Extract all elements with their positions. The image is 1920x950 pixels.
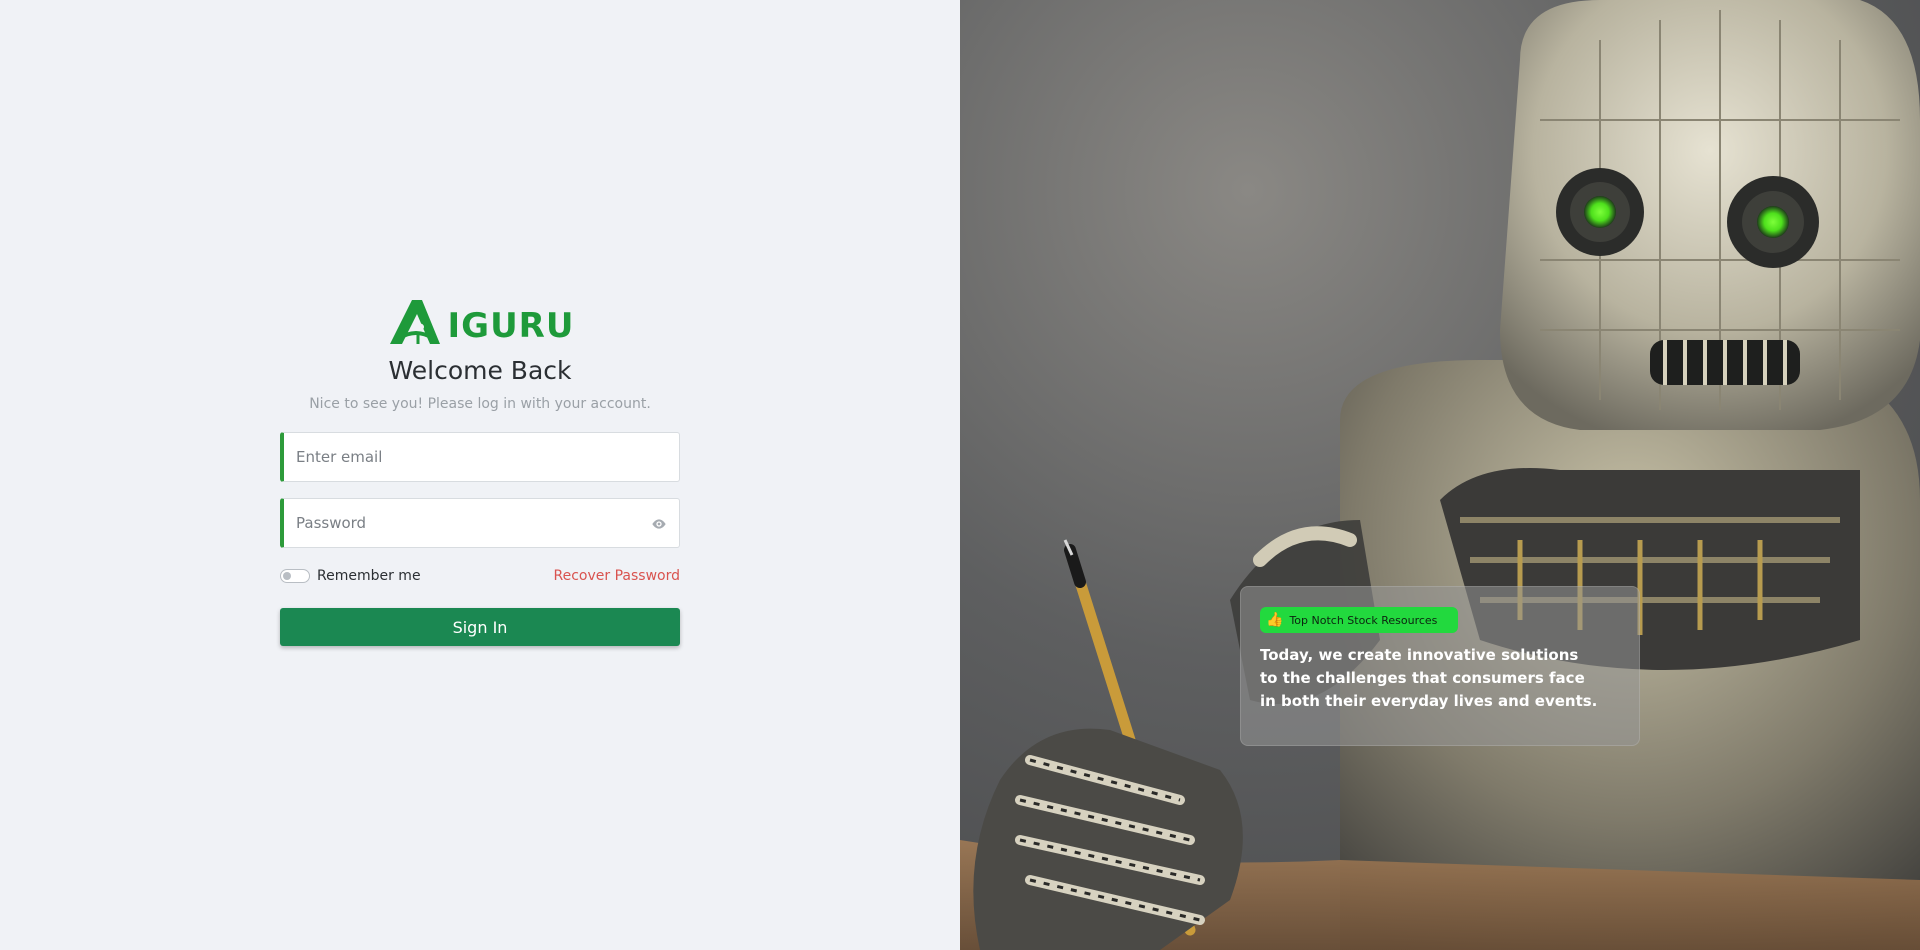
login-form: IGURU Welcome Back Nice to see you! Plea… [280,290,680,646]
info-card: 👍 Top Notch Stock Resources Today, we cr… [1240,586,1640,746]
info-card-text: Today, we create innovative solutions to… [1260,646,1598,710]
sign-in-button[interactable]: Sign In [280,608,680,646]
page-subtitle: Nice to see you! Please log in with your… [309,396,651,412]
password-input[interactable] [284,499,679,547]
password-field-wrapper [280,498,680,548]
eye-icon[interactable] [651,516,667,532]
robot-hero-image [960,0,1920,950]
remember-me: Remember me [280,568,421,584]
thumbs-up-icon: 👍 [1266,612,1284,628]
options-row: Remember me Recover Password [280,566,680,586]
logo-mark [389,300,440,344]
logo-text: IGURU [447,306,575,346]
page-title: Welcome Back [388,356,572,385]
status-badge: 👍 Top Notch Stock Resources [1260,607,1458,633]
email-field-wrapper [280,432,680,482]
recover-password-link[interactable]: Recover Password [554,568,680,584]
login-pane: IGURU Welcome Back Nice to see you! Plea… [0,0,960,950]
remember-me-toggle[interactable] [280,569,310,583]
remember-me-label: Remember me [317,568,421,584]
hero-pane [960,0,1920,950]
email-input[interactable] [284,433,679,481]
logo: IGURU [284,290,680,346]
badge-text: Top Notch Stock Resources [1289,613,1438,627]
toggle-knob [283,572,291,580]
